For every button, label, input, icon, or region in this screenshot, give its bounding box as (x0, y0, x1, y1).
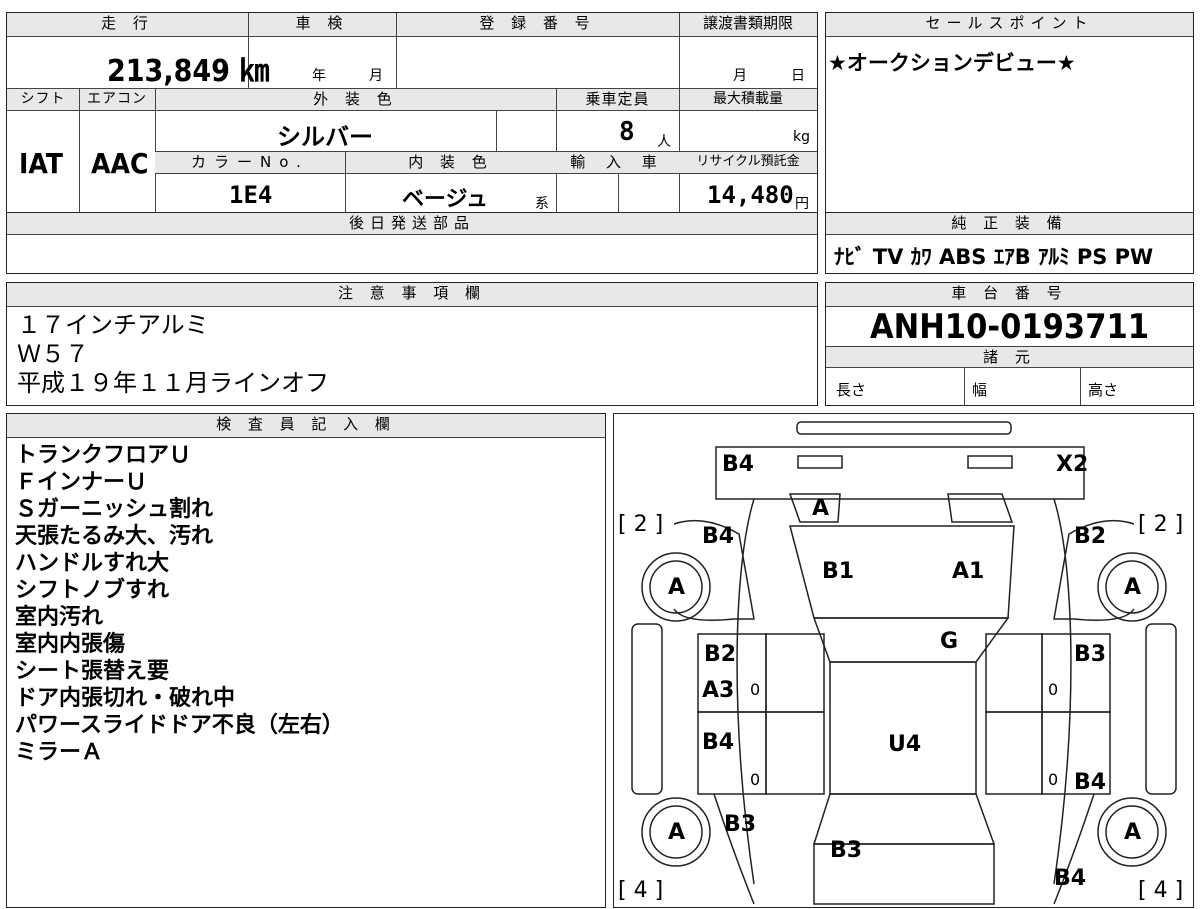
shift-header: シフト (7, 89, 79, 111)
note-line: Ｗ５７ (17, 340, 89, 368)
label-roof-right: A1 (952, 559, 985, 584)
aircon-value: AAC (91, 147, 149, 180)
list-item: ハンドルすれ大 (15, 551, 170, 576)
mileage-header: 走 行 (7, 13, 248, 37)
equipment-header: 純 正 装 備 (826, 213, 1193, 235)
label-roof-left: B1 (822, 559, 855, 584)
chassis-box: 車 台 番 号 ANH10-0193711 諸 元 長さ 幅 高さ (825, 282, 1194, 406)
width-label: 幅 (972, 381, 988, 399)
interior-color-suffix: 系 (535, 196, 549, 212)
label-right-rear-quarter: B2 (1074, 524, 1107, 549)
inspection-month-label: 月 (369, 68, 383, 84)
label-tire-front-left: A (668, 820, 686, 845)
label-left-door-lower: B4 (702, 730, 735, 755)
inspector-box: 検 査 員 記 入 欄 トランクフロアＵ ＦインナーＵ Ｓガーニッシュ割れ 天張… (6, 413, 606, 908)
capacity-value: 8 (619, 117, 635, 147)
chassis-number-value: ANH10-0193711 (869, 307, 1150, 347)
label-right-front: B4 (1054, 866, 1087, 891)
length-label: 長さ (836, 381, 867, 399)
label-rear-right: X2 (1056, 452, 1089, 477)
label-left-door-upper: B2 (704, 642, 737, 667)
label-right-door-lower: B4 (1074, 770, 1107, 795)
inspector-list: トランクフロアＵ ＦインナーＵ Ｓガーニッシュ割れ 天張たるみ大、汚れ ハンドル… (15, 442, 344, 766)
import-header: 輸 入 車 (556, 152, 679, 174)
interior-color-value: ベージュ (402, 187, 489, 212)
label-tire-rear-right: A (1124, 575, 1142, 600)
transfer-day-label: 日 (791, 68, 805, 84)
notes-list: １７インチアルミ Ｗ５７ 平成１９年１１月ラインオフ (17, 311, 329, 398)
load-unit: kg (793, 129, 810, 145)
shift-value: IAT (19, 147, 63, 180)
specs-header: 諸 元 (826, 346, 1193, 368)
recycle-deposit-value: 14,480 (707, 181, 794, 209)
sales-point-value: ★オークションデビュー★ (828, 51, 1076, 75)
aircon-header: エアコン (79, 89, 155, 111)
recycle-deposit-header: リサイクル預託金 (679, 152, 817, 174)
zero-mark: 0 (1048, 680, 1059, 699)
zero-mark: 0 (750, 680, 761, 699)
sales-point-box: セールスポイント ★オークションデビュー★ (825, 12, 1194, 213)
tire-count-front-left: [ 4 ] (618, 878, 664, 903)
recycle-deposit-unit: 円 (795, 196, 809, 212)
sales-point-header: セールスポイント (826, 13, 1193, 37)
list-item: 室内汚れ (15, 605, 104, 630)
note-line: １７インチアルミ (17, 311, 209, 339)
list-item: ミラーＡ (15, 740, 104, 765)
list-item: 天張たるみ大、汚れ (15, 524, 214, 549)
list-item: トランクフロアＵ (15, 443, 192, 468)
inspection-header: 車 検 (248, 13, 396, 37)
list-item: ドア内張切れ・破れ中 (15, 686, 236, 711)
height-label: 高さ (1088, 381, 1119, 399)
label-trunk: A (812, 496, 830, 521)
interior-color-header: 内 装 色 (345, 152, 556, 174)
exterior-color-header: 外 装 色 (155, 89, 556, 111)
list-item: ＦインナーＵ (15, 470, 148, 495)
equipment-value: ﾅﾋﾞ TV ｶﾜ ABS ｴｱB ｱﾙﾐ PS PW (834, 245, 1154, 269)
color-no-value: 1E4 (229, 181, 273, 209)
exterior-color-value: シルバー (277, 123, 373, 151)
equipment-box: 純 正 装 備 ﾅﾋﾞ TV ｶﾜ ABS ｴｱB ｱﾙﾐ PS PW (825, 212, 1194, 274)
label-tire-rear-left: A (668, 575, 686, 600)
vehicle-info-table: 走 行 車 検 登 録 番 号 譲渡書類期限 213,849 ㎞ 年 月 月 日… (6, 12, 818, 213)
chassis-number-header: 車 台 番 号 (826, 283, 1193, 307)
transfer-deadline-header: 譲渡書類期限 (679, 13, 817, 37)
shipping-parts-box: 後日発送部品 (6, 212, 818, 274)
label-tire-front-right: A (1124, 820, 1142, 845)
zero-mark: 0 (1048, 770, 1059, 789)
transfer-month-label: 月 (733, 68, 747, 84)
label-left-door-a3: A3 (702, 678, 735, 703)
notes-box: 注 意 事 項 欄 １７インチアルミ Ｗ５７ 平成１９年１１月ラインオフ (6, 282, 818, 406)
inspector-header: 検 査 員 記 入 欄 (7, 414, 605, 438)
list-item: シート張替え要 (15, 659, 170, 684)
zero-mark: 0 (750, 770, 761, 789)
label-interior: U4 (888, 732, 922, 757)
tire-count-rear-left: [ 2 ] (618, 512, 664, 537)
label-left-rear-quarter: B4 (702, 524, 735, 549)
list-item: パワースライドドア不良（左右） (15, 713, 344, 738)
tire-count-rear-right: [ 2 ] (1138, 512, 1184, 537)
note-line: 平成１９年１１月ラインオフ (17, 369, 329, 397)
damage-diagram: B4 X2 A B4 B2 B1 A1 A A G B2 B3 A3 0 0 B… (613, 413, 1194, 908)
label-right-door-upper: B3 (1074, 642, 1107, 667)
list-item: シフトノブすれ (15, 578, 170, 603)
inspection-year-label: 年 (312, 68, 326, 84)
label-glass: G (940, 629, 959, 654)
car-outline (631, 421, 1177, 905)
list-item: Ｓガーニッシュ割れ (15, 497, 214, 522)
tire-count-front-right: [ 4 ] (1138, 878, 1184, 903)
label-rear-left: B4 (722, 452, 755, 477)
registration-header: 登 録 番 号 (396, 13, 679, 37)
mileage-value: 213,849 ㎞ (107, 54, 270, 89)
notes-header: 注 意 事 項 欄 (7, 283, 817, 307)
color-no-header: カラーNo. (155, 152, 345, 174)
list-item: 室内内張傷 (15, 632, 126, 657)
capacity-header: 乗車定員 (556, 89, 679, 111)
label-left-front: B3 (724, 812, 757, 837)
capacity-unit: 人 (657, 134, 671, 150)
shipping-parts-header: 後日発送部品 (7, 213, 817, 235)
max-load-header: 最大積載量 (679, 89, 817, 111)
label-hood: B3 (830, 838, 863, 863)
